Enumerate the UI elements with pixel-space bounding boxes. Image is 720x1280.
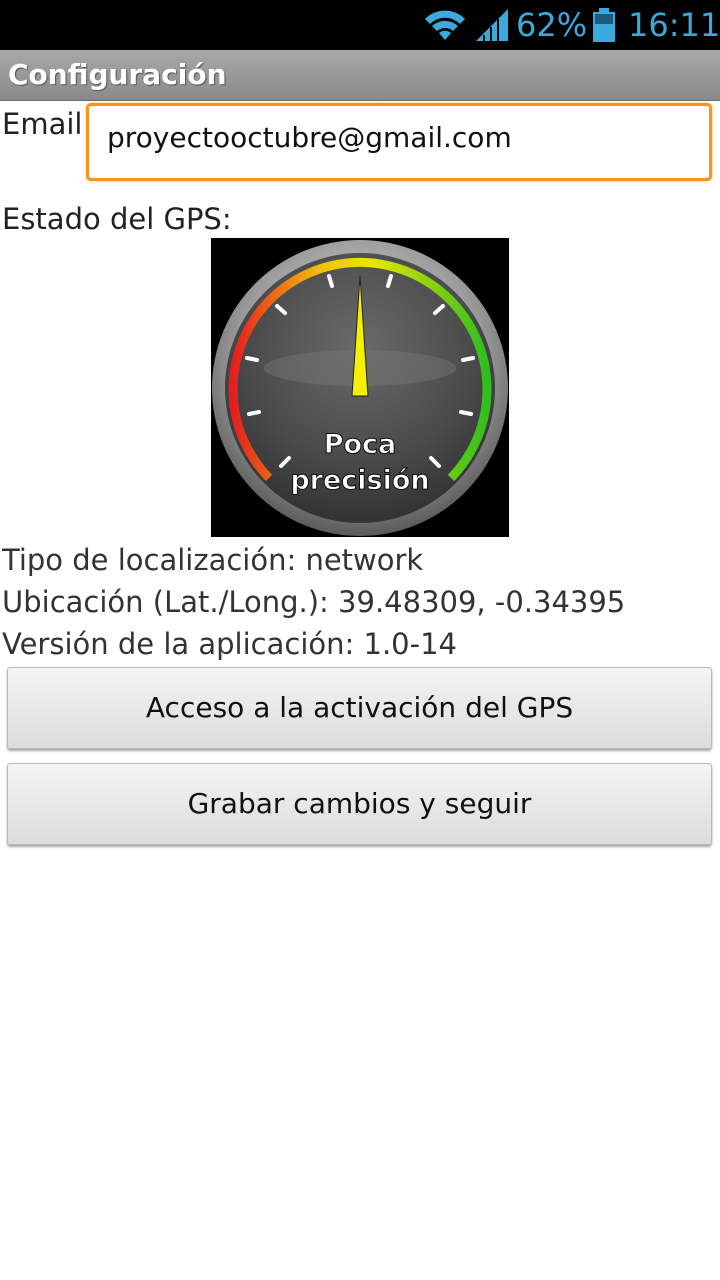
gps-activation-button[interactable]: Acceso a la activación del GPS bbox=[7, 667, 712, 749]
email-value[interactable]: proyectooctubre@gmail.com bbox=[107, 118, 512, 158]
title-bar: Configuración bbox=[0, 50, 720, 101]
clock: 16:11 bbox=[628, 6, 720, 44]
app-version-text: Versión de la aplicación: 1.0-14 bbox=[2, 627, 457, 661]
gauge-label-line1: Poca bbox=[324, 429, 397, 460]
signal-icon bbox=[476, 9, 508, 41]
gps-precision-gauge-icon: Poca precisión bbox=[211, 238, 509, 537]
location-type-text: Tipo de localización: network bbox=[2, 543, 424, 577]
status-bar: 62% 16:11 bbox=[0, 0, 720, 50]
coordinates-text: Ubicación (Lat./Long.): 39.48309, -0.343… bbox=[2, 585, 626, 619]
gauge-label-line2: precisión bbox=[290, 465, 429, 496]
page-title: Configuración bbox=[8, 58, 227, 91]
email-field[interactable]: proyectooctubre@gmail.com bbox=[86, 103, 712, 181]
wifi-icon bbox=[425, 10, 465, 40]
gps-status-label: Estado del GPS: bbox=[2, 202, 232, 236]
battery-icon bbox=[593, 8, 615, 42]
battery-percent: 62% bbox=[516, 6, 588, 44]
save-and-continue-button[interactable]: Grabar cambios y seguir bbox=[7, 763, 712, 845]
email-label: Email bbox=[2, 107, 83, 141]
